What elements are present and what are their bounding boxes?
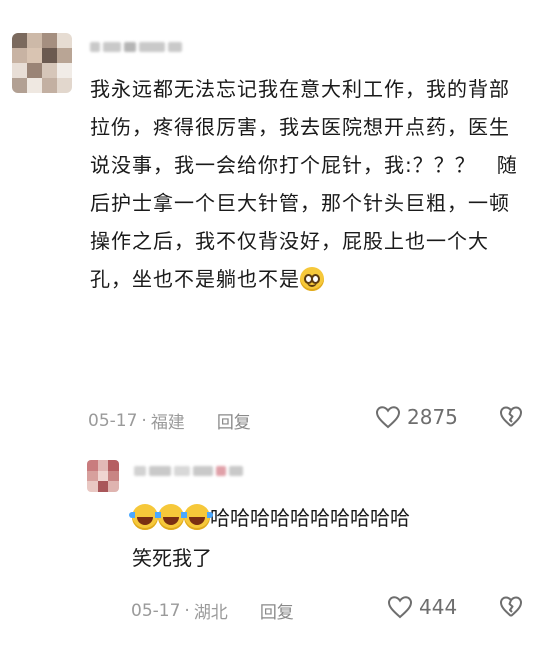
comment-location: 福建: [150, 413, 185, 433]
username[interactable]: [90, 40, 182, 54]
username[interactable]: [134, 464, 243, 478]
avatar[interactable]: [12, 33, 72, 93]
like-button[interactable]: 2875: [375, 405, 458, 429]
laughing-crying-icon: [129, 504, 161, 530]
reply-meta: 05-17 · 湖北 回复: [131, 598, 294, 624]
broken-heart-icon[interactable]: [499, 405, 523, 429]
like-count: 2875: [407, 405, 458, 429]
reply-date: 05-17: [131, 600, 181, 621]
reply-button[interactable]: 回复: [217, 408, 251, 433]
reply-button[interactable]: 回复: [260, 598, 294, 623]
heart-icon: [375, 406, 401, 429]
reply-body: 笑死我了: [132, 546, 212, 570]
reply: 哈哈哈哈哈哈哈哈哈哈 笑死我了 05-17 · 湖北 回复 444: [0, 440, 537, 645]
smiling-face-icon: [300, 267, 324, 291]
laughing-crying-icon: [155, 504, 187, 530]
like-button[interactable]: 444: [387, 595, 457, 619]
meta-separator: ·: [141, 410, 147, 431]
comment-date: 05-17: [88, 410, 138, 431]
reply-laugh-text: 哈哈哈哈哈哈哈哈哈哈: [210, 506, 410, 530]
reply-text: 哈哈哈哈哈哈哈哈哈哈 笑死我了: [129, 498, 527, 578]
broken-heart-icon[interactable]: [499, 595, 523, 619]
reply-location: 湖北: [193, 603, 228, 623]
comment-text: 我永远都无法忘记我在意大利工作，我的背部拉伤，疼得很厉害，我去医院想开点药，医生…: [90, 70, 522, 298]
meta-separator: ·: [184, 600, 190, 621]
like-count: 444: [419, 595, 458, 619]
laughing-crying-icon: [181, 504, 213, 530]
comment-body: 我永远都无法忘记我在意大利工作，我的背部拉伤，疼得很厉害，我去医院想开点药，医生…: [90, 77, 518, 291]
avatar[interactable]: [87, 460, 119, 492]
heart-icon: [387, 596, 413, 619]
comment: 我永远都无法忘记我在意大利工作，我的背部拉伤，疼得很厉害，我去医院想开点药，医生…: [0, 0, 537, 440]
comment-meta: 05-17 · 福建 回复: [88, 408, 251, 434]
